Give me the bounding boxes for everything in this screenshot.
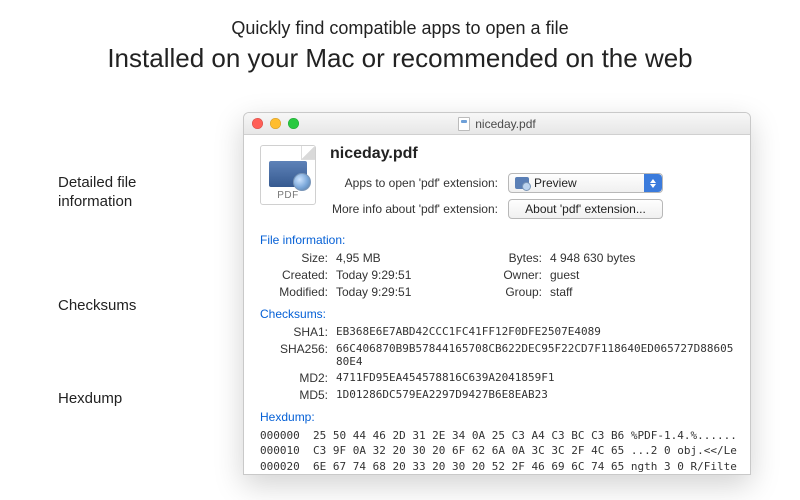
section-hexdump: Hexdump: <box>260 410 734 424</box>
fileinfo-grid: Size:4,95 MB Bytes:4 948 630 bytes Creat… <box>260 251 734 299</box>
app-window: niceday.pdf PDF niceday.pdf Apps to open… <box>243 112 751 475</box>
file-type-icon: PDF <box>260 145 316 205</box>
minimize-icon[interactable] <box>270 118 281 129</box>
callout-hexdump: Hexdump <box>58 390 122 409</box>
titlebar-document-icon <box>458 117 470 131</box>
close-icon[interactable] <box>252 118 263 129</box>
preview-app-icon <box>515 177 529 189</box>
zoom-icon[interactable] <box>288 118 299 129</box>
checksums-grid: SHA1:EB368E6E7ABD42CCC1FC41FF12F0DFE2507… <box>260 325 734 402</box>
moreinfo-label: More info about 'pdf' extension: <box>330 202 508 216</box>
hexdump-body: 000000 25 50 44 46 2D 31 2E 34 0A 25 C3 … <box>260 428 734 474</box>
chevron-updown-icon <box>644 174 662 192</box>
hero-line2: Installed on your Mac or recommended on … <box>0 43 800 74</box>
window-title: niceday.pdf <box>475 117 536 131</box>
callout-detailed: Detailed fileinformation <box>58 174 136 212</box>
apps-label: Apps to open 'pdf' extension: <box>330 176 508 190</box>
section-checksums: Checksums: <box>260 307 734 321</box>
callout-checksums: Checksums <box>58 297 136 316</box>
file-name: niceday.pdf <box>330 145 734 163</box>
hero-line1: Quickly find compatible apps to open a f… <box>0 18 800 39</box>
apps-select[interactable]: Preview <box>508 173 663 193</box>
about-extension-button[interactable]: About 'pdf' extension... <box>508 199 663 219</box>
section-fileinfo: File information: <box>260 233 734 247</box>
titlebar: niceday.pdf <box>244 113 750 135</box>
